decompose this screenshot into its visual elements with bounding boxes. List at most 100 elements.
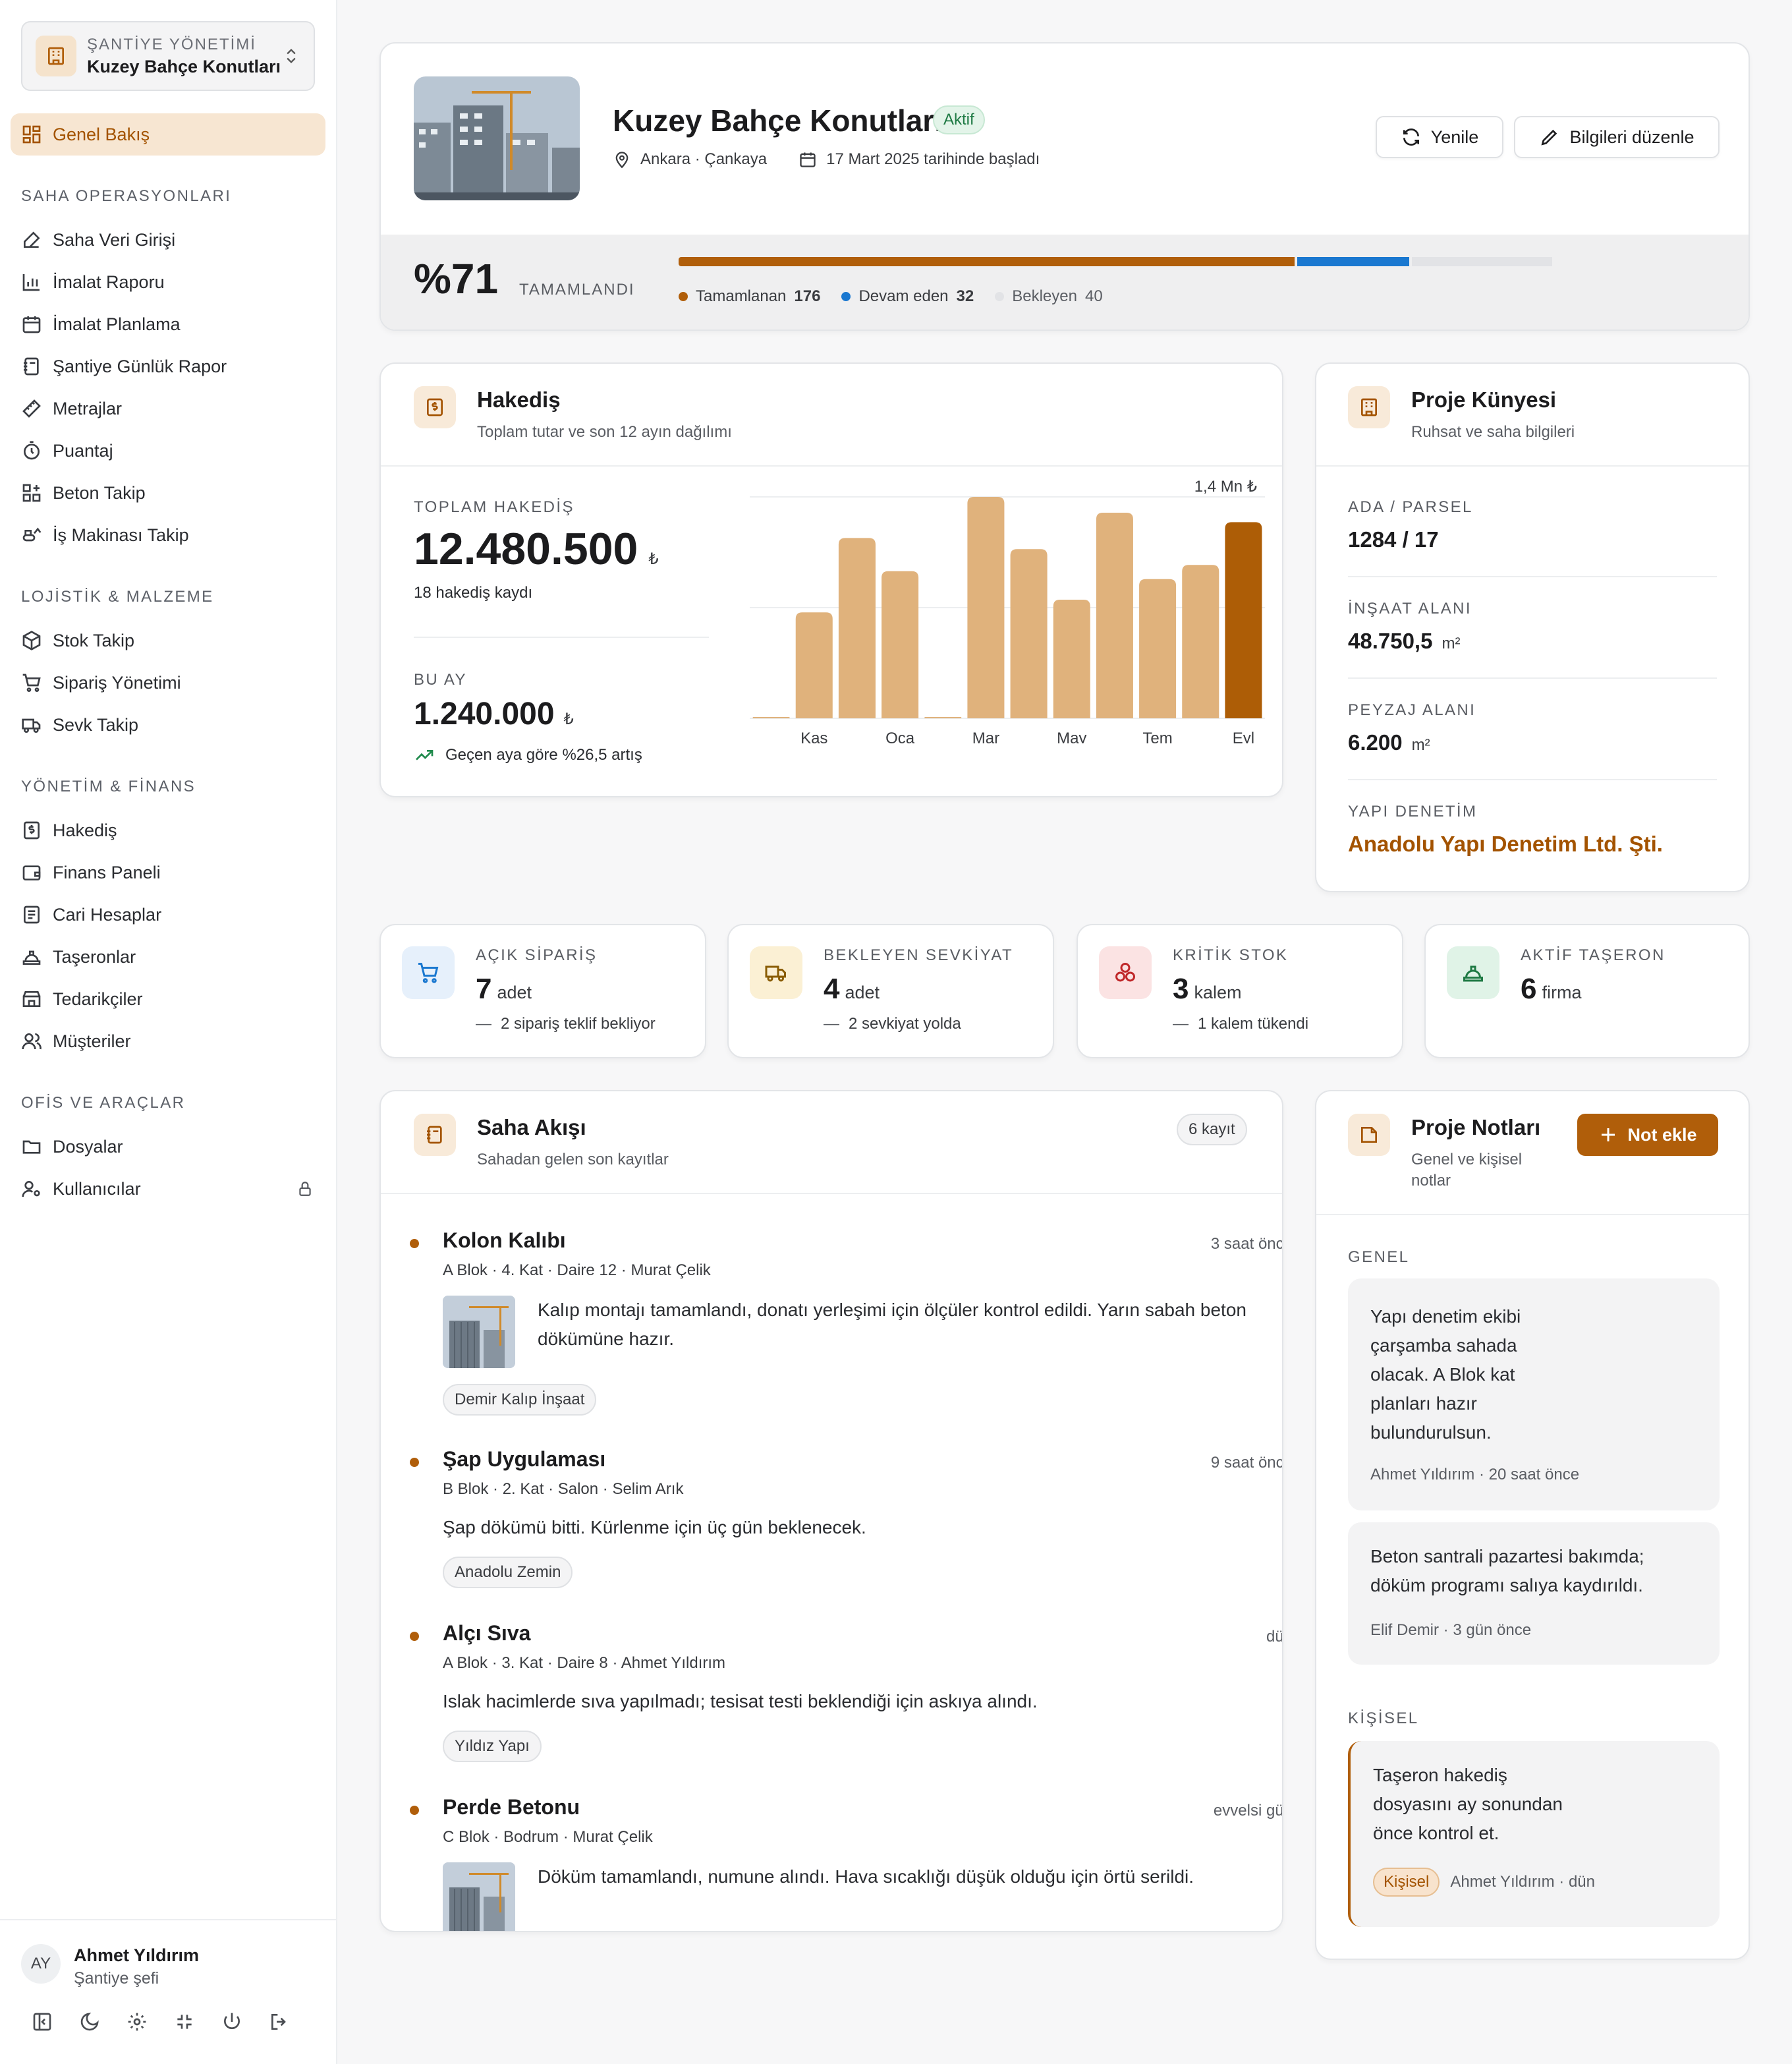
feed-item-photo[interactable] bbox=[443, 1862, 515, 1931]
stat-card-kritik-stok[interactable]: KRİTİK STOK 3 kalem —1 kalem tükendi bbox=[1077, 924, 1403, 1058]
nav-item-label: Cari Hesaplar bbox=[53, 904, 162, 925]
moon-icon[interactable] bbox=[79, 2011, 100, 2032]
nav-item-cari-hesaplar[interactable]: Cari Hesaplar bbox=[21, 899, 161, 931]
chart-bar[interactable] bbox=[838, 538, 876, 718]
nav-item-hakedis[interactable]: Hakediş bbox=[21, 815, 117, 846]
edit-info-button[interactable]: Bilgileri düzenle bbox=[1514, 116, 1720, 158]
stat-unit: adet bbox=[497, 983, 532, 1002]
stat-card-acik-siparis[interactable]: AÇIK SİPARİŞ 7 adet —2 sipariş teklif bek… bbox=[379, 924, 706, 1058]
gear-icon[interactable] bbox=[126, 2011, 148, 2032]
stat-number: 4 bbox=[824, 973, 840, 1005]
divider bbox=[381, 465, 1282, 467]
nav-item-saha-veri-girisi[interactable]: Saha Veri Girişi bbox=[21, 224, 175, 256]
stat-card-bekleyen-sevkiyat[interactable]: BEKLEYEN SEVKİYAT 4 adet —2 sevkiyat yold… bbox=[727, 924, 1054, 1058]
nav-item-genel-bakis[interactable]: Genel Bakış bbox=[11, 113, 325, 156]
chart-tick-label: Kas bbox=[800, 730, 827, 743]
nav-item-label: Tedarikçiler bbox=[53, 989, 143, 1009]
nav-item-siparis-yonetimi[interactable]: Sipariş Yönetimi bbox=[21, 667, 181, 699]
chart-bar[interactable] bbox=[967, 497, 1005, 718]
note-card-personal[interactable]: Taşeron hakediş dosyasını ay sonundan ön… bbox=[1348, 1741, 1720, 1927]
chart-bar[interactable] bbox=[1225, 522, 1262, 718]
minimize-icon[interactable] bbox=[174, 2011, 195, 2032]
feed-item-title: Şap Uygulaması bbox=[443, 1447, 606, 1471]
nav-item-sevk-takip[interactable]: Sevk Takip bbox=[21, 709, 138, 741]
project-switcher[interactable]: ŞANTİYE YÖNETİMİ Kuzey Bahçe Konutları bbox=[21, 21, 315, 91]
currency: ₺ bbox=[648, 550, 659, 568]
nav-item-label: Sevk Takip bbox=[53, 714, 139, 735]
avatar[interactable]: AY bbox=[21, 1944, 61, 1984]
progress-completed-segment bbox=[679, 257, 1295, 266]
logout-icon[interactable] bbox=[269, 2011, 290, 2032]
stat-card-aktif-taseron[interactable]: AKTİF TAŞERON 6 firma bbox=[1424, 924, 1750, 1058]
nav-item-stok-takip[interactable]: Stok Takip bbox=[21, 625, 134, 656]
workspace-label: ŞANTİYE YÖNETİMİ bbox=[87, 35, 256, 53]
feed-item-meta: A Blok · 4. Kat · Daire 12 · Murat Çelik bbox=[443, 1261, 711, 1279]
chart-bar[interactable] bbox=[795, 612, 833, 718]
chart-bar[interactable] bbox=[1010, 549, 1048, 718]
nav-item-gunluk-rapor[interactable]: Şantiye Günlük Rapor bbox=[21, 351, 227, 382]
feed-dot bbox=[410, 1458, 419, 1467]
note-meta: Elif Demir · 3 gün önce bbox=[1370, 1621, 1532, 1639]
nav-item-kullanicilar[interactable]: Kullanıcılar bbox=[21, 1173, 141, 1205]
chart-bar[interactable] bbox=[1182, 565, 1219, 718]
feed-item-photo[interactable] bbox=[443, 1296, 515, 1368]
project-location: Ankara · Çankaya bbox=[640, 150, 768, 168]
users-icon bbox=[21, 1031, 42, 1052]
nav-item-imalat-raporu[interactable]: İmalat Raporu bbox=[21, 266, 165, 298]
nav-item-imalat-planlama[interactable]: İmalat Planlama bbox=[21, 308, 181, 340]
nav-item-musteriler[interactable]: Müşteriler bbox=[21, 1025, 131, 1057]
legend-pending-value: 40 bbox=[1084, 287, 1103, 305]
kunye-card: Proje Künyesi Ruhsat ve saha bilgileri A… bbox=[1315, 362, 1750, 892]
page-title: Kuzey Bahçe Konutları bbox=[613, 103, 943, 138]
nav-item-label: Müşteriler bbox=[53, 1031, 131, 1051]
nav-item-taseronlar[interactable]: Taşeronlar bbox=[21, 941, 136, 973]
legend-dot-ongoing bbox=[841, 292, 851, 301]
nav-section-title: OFİS VE ARAÇLAR bbox=[21, 1094, 186, 1112]
package-icon bbox=[21, 630, 42, 651]
nav-item-beton-takip[interactable]: Beton Takip bbox=[21, 477, 146, 509]
nav-item-metrajlar[interactable]: Metrajlar bbox=[21, 393, 122, 424]
chart-bar[interactable] bbox=[1096, 513, 1133, 718]
chart-bar[interactable] bbox=[1053, 600, 1090, 718]
nav-section-title: SAHA OPERASYONLARI bbox=[21, 187, 232, 205]
stat-label: AKTİF TAŞERON bbox=[1521, 946, 1666, 964]
sidebar: ŞANTİYE YÖNETİMİ Kuzey Bahçe Konutları G… bbox=[0, 0, 337, 2064]
feed-item[interactable]: Kolon Kalıbı 3 saat önce A Blok · 4. Kat… bbox=[410, 1228, 1283, 1426]
feed-item[interactable]: Şap Uygulaması 9 saat önce B Blok · 2. K… bbox=[410, 1447, 1282, 1592]
store-icon bbox=[21, 989, 42, 1010]
excavator-icon bbox=[21, 525, 42, 546]
hakedis-subtitle: Toplam tutar ve son 12 ayın dağılımı bbox=[477, 423, 732, 441]
note-card[interactable]: Yapı denetim ekibi çarşamba sahada olaca… bbox=[1348, 1278, 1720, 1510]
collapse-sidebar-icon[interactable] bbox=[32, 2011, 53, 2032]
trend-text: Geçen aya göre %26,5 artış bbox=[445, 746, 642, 764]
feed-item-time: 3 saat önce bbox=[1210, 1235, 1283, 1253]
nav-item-puantaj[interactable]: Puantaj bbox=[21, 435, 113, 467]
record-count: 18 hakediş kaydı bbox=[414, 584, 533, 602]
stat-unit: adet bbox=[845, 983, 880, 1002]
chart-bar[interactable] bbox=[752, 717, 790, 718]
add-note-button[interactable]: Not ekle bbox=[1577, 1114, 1718, 1156]
boxes-icon bbox=[1099, 946, 1152, 999]
chart-bar[interactable] bbox=[882, 571, 919, 718]
denetim-link[interactable]: Anadolu Yapı Denetim Ltd. Şti. bbox=[1348, 832, 1663, 857]
feed-item[interactable]: Alçı Sıva dün A Blok · 3. Kat · Daire 8 … bbox=[410, 1621, 1282, 1766]
timer-icon bbox=[21, 440, 42, 461]
chart-bar[interactable] bbox=[924, 717, 962, 718]
stat-unit: firma bbox=[1542, 983, 1582, 1002]
nav-item-dosyalar[interactable]: Dosyalar bbox=[21, 1131, 123, 1162]
nav-item-is-makinasi[interactable]: İş Makinası Takip bbox=[21, 519, 189, 551]
trend-up-icon bbox=[414, 745, 435, 766]
nav-item-finans-paneli[interactable]: Finans Paneli bbox=[21, 857, 161, 888]
stat-value: 3 kalem bbox=[1173, 973, 1242, 1006]
nav-item-label: Puantaj bbox=[53, 440, 113, 461]
note-card[interactable]: Beton santrali pazartesi bakımda; döküm … bbox=[1348, 1522, 1720, 1665]
refresh-button[interactable]: Yenile bbox=[1376, 116, 1503, 158]
chart-bar[interactable] bbox=[1139, 579, 1177, 718]
nav-item-tedarikciler[interactable]: Tedarikçiler bbox=[21, 983, 143, 1015]
total-amount: 12.480.500 ₺ bbox=[414, 523, 659, 575]
power-icon[interactable] bbox=[221, 2011, 242, 2032]
nav-item-label: Dosyalar bbox=[53, 1136, 123, 1157]
feed-item[interactable]: Perde Betonu evvelsi gün C Blok · Bodrum… bbox=[410, 1795, 1282, 1931]
saha-akisi-card: Saha Akışı Sahadan gelen son kayıtlar 6 … bbox=[379, 1090, 1283, 1932]
insaat-value: 48.750,5 bbox=[1348, 629, 1433, 653]
